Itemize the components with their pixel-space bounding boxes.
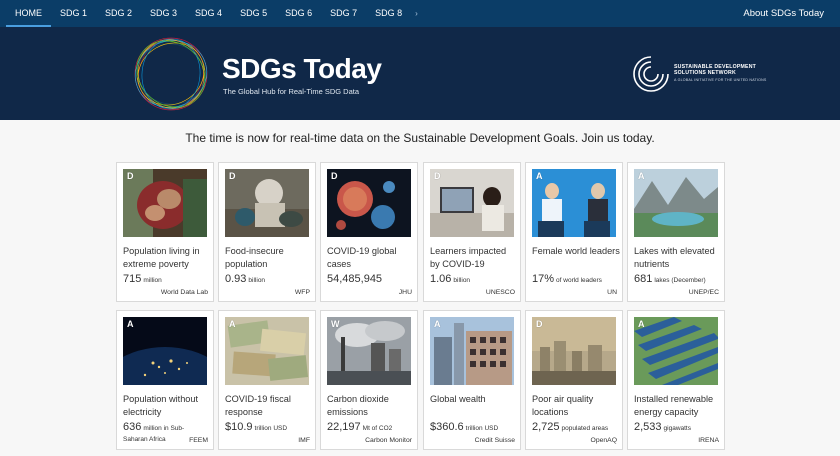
grade-badge: D bbox=[536, 319, 543, 329]
card-title: Global wealth bbox=[430, 394, 486, 404]
card-source: WFP bbox=[294, 289, 310, 296]
card-source: UN bbox=[607, 289, 617, 296]
buildings-photo: A bbox=[430, 317, 514, 385]
card-title: Population without electricity bbox=[123, 394, 199, 417]
card-source: UNESCO bbox=[485, 289, 515, 296]
indicator-card[interactable]: D Population living in extreme poverty 7… bbox=[116, 162, 214, 302]
card-value: 2,725 populated areas bbox=[532, 421, 609, 433]
nav-sdg-6[interactable]: SDG 6 bbox=[276, 0, 321, 27]
nav-sdg-4[interactable]: SDG 4 bbox=[186, 0, 231, 27]
indicator-card[interactable]: D Learners impacted by COVID-19 1.06 bill… bbox=[423, 162, 521, 302]
nav-scroll-right-icon[interactable]: › bbox=[411, 9, 422, 18]
indicator-card[interactable]: A Population without electricity 636 mill… bbox=[116, 310, 214, 450]
night-earth-photo: A bbox=[123, 317, 207, 385]
card-value: $360.6 trillion USD bbox=[430, 421, 499, 433]
nav-sdg-3[interactable]: SDG 3 bbox=[141, 0, 186, 27]
nav-sdg-8[interactable]: SDG 8 bbox=[366, 0, 411, 27]
card-title: Population living in extreme poverty bbox=[123, 246, 200, 269]
card-title: Lakes with elevated nutrients bbox=[634, 246, 715, 269]
indicator-card[interactable]: A Female world leaders 17% of world leade… bbox=[525, 162, 623, 302]
grade-badge: D bbox=[331, 171, 338, 181]
sdsn-logo-text: SUSTAINABLE DEVELOPMENT SOLUTIONS NETWOR… bbox=[674, 64, 767, 82]
card-source: World Data Lab bbox=[160, 289, 208, 296]
card-title: COVID-19 fiscal response bbox=[225, 394, 291, 417]
nav-about[interactable]: About SDGs Today bbox=[743, 0, 824, 27]
card-source: Credit Suisse bbox=[474, 437, 515, 444]
grade-badge: A bbox=[638, 171, 645, 181]
grade-badge: A bbox=[536, 171, 543, 181]
indicator-card[interactable]: D Poor air quality locations 2,725 popula… bbox=[525, 310, 623, 450]
card-title: Poor air quality locations bbox=[532, 394, 594, 417]
indicator-card[interactable]: W Carbon dioxide emissions 22,197 Mt of C… bbox=[320, 310, 418, 450]
card-source: OpenAQ bbox=[590, 437, 617, 444]
card-value: 17% of world leaders bbox=[532, 273, 602, 285]
grade-badge: D bbox=[434, 171, 441, 181]
food-insecurity-photo: D bbox=[225, 169, 309, 237]
currency-photo: A bbox=[225, 317, 309, 385]
smog-photo: D bbox=[532, 317, 616, 385]
card-title: Carbon dioxide emissions bbox=[327, 394, 389, 417]
card-value: 1.06 billion bbox=[430, 273, 471, 285]
indicator-card[interactable]: A Lakes with elevated nutrients 681 lakes… bbox=[627, 162, 725, 302]
grade-badge: A bbox=[127, 319, 134, 329]
solar-photo: A bbox=[634, 317, 718, 385]
poverty-photo: D bbox=[123, 169, 207, 237]
nav-sdg-1[interactable]: SDG 1 bbox=[51, 0, 96, 27]
grade-badge: D bbox=[127, 171, 134, 181]
card-title: Food-insecure population bbox=[225, 246, 284, 269]
indicator-card[interactable]: D COVID-19 global cases 54,485,945 JHU bbox=[320, 162, 418, 302]
indicator-card[interactable]: A Installed renewable energy capacity 2,… bbox=[627, 310, 725, 450]
virus-photo: D bbox=[327, 169, 411, 237]
brand-subtitle: The Global Hub for Real-Time SDG Data bbox=[223, 87, 360, 96]
power-plant-photo: W bbox=[327, 317, 411, 385]
nav-sdg-5[interactable]: SDG 5 bbox=[231, 0, 276, 27]
grade-badge: A bbox=[638, 319, 645, 329]
card-title: Learners impacted by COVID-19 bbox=[430, 246, 507, 269]
grade-badge: D bbox=[229, 171, 236, 181]
learner-photo: D bbox=[430, 169, 514, 237]
nav-sdg-2[interactable]: SDG 2 bbox=[96, 0, 141, 27]
lake-photo: A bbox=[634, 169, 718, 237]
card-value: 22,197 Mt of CO2 bbox=[327, 421, 393, 433]
card-value: 636 million in Sub-Saharan Africa bbox=[123, 421, 185, 444]
indicator-card[interactable]: A Global wealth $360.6 trillion USD Credi… bbox=[423, 310, 521, 450]
card-source: IMF bbox=[298, 437, 310, 444]
grade-badge: W bbox=[331, 319, 340, 329]
brand-title[interactable]: SDGs Today bbox=[222, 54, 382, 84]
card-source: Carbon Monitor bbox=[365, 437, 412, 444]
card-source: FEEM bbox=[189, 437, 208, 444]
grade-badge: A bbox=[434, 319, 441, 329]
grade-badge: A bbox=[229, 319, 236, 329]
hero-banner: SDGs Today The Global Hub for Real-Time … bbox=[0, 27, 840, 120]
card-source: JHU bbox=[398, 289, 412, 296]
card-title: COVID-19 global cases bbox=[327, 246, 397, 269]
leaders-photo: A bbox=[532, 169, 616, 237]
indicator-card[interactable]: A COVID-19 fiscal response $10.9 trillion… bbox=[218, 310, 316, 450]
card-title: Female world leaders bbox=[532, 246, 620, 256]
top-nav: HOME SDG 1 SDG 2 SDG 3 SDG 4 SDG 5 SDG 6… bbox=[0, 0, 840, 27]
card-value: $10.9 trillion USD bbox=[225, 421, 288, 433]
indicator-card[interactable]: D Food-insecure population 0.93 billion W… bbox=[218, 162, 316, 302]
card-source: UNEP/EC bbox=[688, 289, 719, 296]
card-value: 681 lakes (December) bbox=[634, 273, 706, 285]
sdg-ring-logo-icon[interactable] bbox=[131, 34, 211, 114]
card-value: 2,533 gigawatts bbox=[634, 421, 691, 433]
nav-sdg-7[interactable]: SDG 7 bbox=[321, 0, 366, 27]
card-value: 0.93 billion bbox=[225, 273, 266, 285]
card-value: 54,485,945 bbox=[327, 273, 383, 285]
tagline: The time is now for real-time data on th… bbox=[185, 131, 655, 145]
card-title: Installed renewable energy capacity bbox=[634, 394, 714, 417]
nav-home[interactable]: HOME bbox=[6, 0, 51, 27]
card-value: 715 million bbox=[123, 273, 162, 285]
card-source: IRENA bbox=[698, 437, 719, 444]
